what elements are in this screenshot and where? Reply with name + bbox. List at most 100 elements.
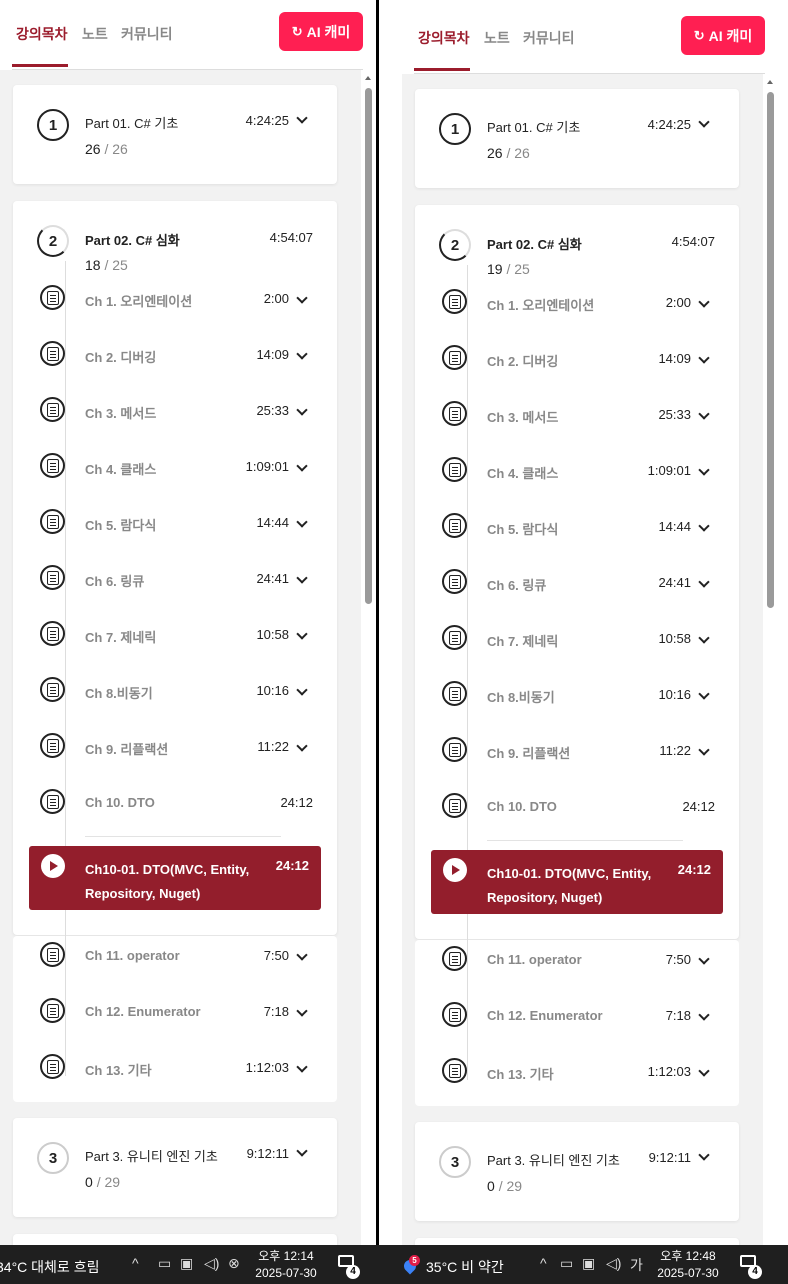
chapter-row[interactable]: Ch 11. operator 7:50 <box>415 938 739 994</box>
chapter-row[interactable]: Ch 6. 링큐 24:41 <box>415 561 739 617</box>
chevron-down-icon[interactable] <box>295 739 309 753</box>
network-icon[interactable]: ▣ <box>582 1255 595 1284</box>
play-icon[interactable] <box>443 858 467 882</box>
part-card-next[interactable] <box>13 1234 337 1245</box>
chapter-row[interactable]: Ch 1. 오리엔테이션 2:00 <box>13 277 337 333</box>
weather-widget[interactable]: 35°C 비 약간 <box>426 1257 504 1284</box>
ai-button[interactable]: ↻ AI 캐미 <box>279 12 363 51</box>
chevron-down-icon[interactable] <box>697 407 711 421</box>
chevron-down-icon[interactable] <box>295 627 309 641</box>
chevron-down-icon[interactable] <box>697 575 711 589</box>
part-card-next[interactable] <box>415 1238 739 1245</box>
tab-curriculum[interactable]: 강의목차 <box>16 24 68 44</box>
chapter-row[interactable]: Ch 1. 오리엔테이션 2:00 <box>415 281 739 337</box>
part-card[interactable]: 1 Part 01. C# 기초 4:24:25 26 / 26 <box>415 89 739 188</box>
chevron-down-icon[interactable] <box>697 952 711 966</box>
meet-icon[interactable]: ▭ <box>158 1255 171 1284</box>
chapter-row[interactable]: Ch 7. 제네릭 10:58 <box>415 617 739 673</box>
chapter-row[interactable]: Ch 12. Enumerator 7:18 <box>415 994 739 1050</box>
tab-curriculum[interactable]: 강의목차 <box>418 28 470 48</box>
chapter-row[interactable]: Ch 9. 리플랙션 11:22 <box>13 725 337 781</box>
chevron-down-icon[interactable] <box>295 683 309 697</box>
chapter-row[interactable]: Ch 5. 람다식 14:44 <box>13 501 337 557</box>
chevron-down-icon[interactable] <box>697 631 711 645</box>
chapter-row[interactable]: Ch 4. 클래스 1:09:01 <box>415 449 739 505</box>
weather-rain-icon[interactable]: 5 <box>401 1255 420 1275</box>
chapter-row[interactable]: Ch 13. 기타 1:12:03 <box>415 1050 739 1106</box>
play-icon[interactable] <box>41 854 65 878</box>
chevron-down-icon[interactable] <box>697 463 711 477</box>
curriculum-list[interactable]: 1 Part 01. C# 기초 4:24:25 26 / 26 2 Part … <box>0 70 361 1245</box>
chevron-down-icon[interactable] <box>697 1064 711 1078</box>
chapter-row[interactable]: Ch 3. 메서드 25:33 <box>415 393 739 449</box>
chapter-row[interactable]: Ch 9. 리플랙션 11:22 <box>415 729 739 785</box>
tray-overflow-icon[interactable]: ^ <box>132 1255 139 1284</box>
scrollbar[interactable] <box>765 76 775 1245</box>
chevron-down-icon[interactable] <box>295 347 309 361</box>
part-card[interactable]: 1 Part 01. C# 기초 4:24:25 26 / 26 <box>13 85 337 184</box>
chevron-down-icon[interactable] <box>295 571 309 585</box>
clock[interactable]: 오후 12:14 2025-07-30 <box>250 1248 322 1284</box>
active-lesson[interactable]: Ch10-01. DTO(MVC, Entity, Repository, Nu… <box>431 850 723 914</box>
chevron-down-icon[interactable] <box>697 295 711 309</box>
meet-icon[interactable]: ▭ <box>560 1255 573 1284</box>
active-lesson[interactable]: Ch10-01. DTO(MVC, Entity, Repository, Nu… <box>29 846 321 910</box>
notification-icon[interactable]: 4 <box>740 1255 762 1279</box>
chapter-row[interactable]: Ch 7. 제네릭 10:58 <box>13 613 337 669</box>
chapter-row[interactable]: Ch 11. operator 7:50 <box>13 934 337 990</box>
part-card[interactable]: 3 Part 3. 유니티 엔진 기초 9:12:11 0 / 29 <box>415 1122 739 1221</box>
scroll-thumb[interactable] <box>365 88 372 604</box>
chevron-down-icon[interactable] <box>697 743 711 757</box>
tray-overflow-icon[interactable]: ^ <box>540 1255 547 1284</box>
chapter-row[interactable]: Ch 5. 람다식 14:44 <box>415 505 739 561</box>
chapter-row[interactable]: Ch 12. Enumerator 7:18 <box>13 990 337 1046</box>
chevron-down-icon[interactable] <box>697 115 711 129</box>
ime-indicator[interactable]: 가 <box>630 1255 643 1284</box>
notification-icon[interactable]: 4 <box>338 1255 360 1279</box>
chevron-down-icon[interactable] <box>697 1148 711 1162</box>
chapter-row-expanded[interactable]: Ch 10. DTO 24:12 <box>13 781 337 837</box>
weather-widget[interactable]: 34°C 대체로 흐림 <box>0 1257 99 1284</box>
chapter-duration: 1:12:03 <box>647 1064 691 1079</box>
chevron-down-icon[interactable] <box>295 1060 309 1074</box>
chapter-row[interactable]: Ch 8.비동기 10:16 <box>415 673 739 729</box>
ai-button[interactable]: ↻ AI 캐미 <box>681 16 765 55</box>
chevron-down-icon[interactable] <box>697 519 711 533</box>
part-card[interactable]: 3 Part 3. 유니티 엔진 기초 9:12:11 0 / 29 <box>13 1118 337 1217</box>
curriculum-list[interactable]: 1 Part 01. C# 기초 4:24:25 26 / 26 2 Part … <box>402 74 763 1245</box>
chapter-duration: 14:44 <box>658 519 691 534</box>
chevron-down-icon[interactable] <box>697 351 711 365</box>
chevron-down-icon[interactable] <box>295 1144 309 1158</box>
volume-icon[interactable]: ◁) <box>204 1255 219 1284</box>
chapter-row[interactable]: Ch 8.비동기 10:16 <box>13 669 337 725</box>
chapter-row[interactable]: Ch 2. 디버깅 14:09 <box>13 333 337 389</box>
chevron-down-icon[interactable] <box>295 1004 309 1018</box>
chapter-row[interactable]: Ch 13. 기타 1:12:03 <box>13 1046 337 1102</box>
chevron-down-icon[interactable] <box>697 687 711 701</box>
close-circle-icon[interactable]: ⊗ <box>228 1255 240 1284</box>
scroll-up-arrow-icon[interactable] <box>767 80 773 84</box>
tab-community[interactable]: 커뮤니티 <box>121 24 173 44</box>
chevron-down-icon[interactable] <box>295 403 309 417</box>
clock[interactable]: 오후 12:48 2025-07-30 <box>652 1248 724 1284</box>
part-duration: 4:54:07 <box>269 230 313 245</box>
chapter-row[interactable]: Ch 2. 디버깅 14:09 <box>415 337 739 393</box>
chevron-down-icon[interactable] <box>697 1008 711 1022</box>
chevron-down-icon[interactable] <box>295 111 309 125</box>
tab-notes[interactable]: 노트 <box>484 28 510 48</box>
chapter-row-expanded[interactable]: Ch 10. DTO 24:12 <box>415 785 739 841</box>
tab-notes[interactable]: 노트 <box>82 24 108 44</box>
scroll-up-arrow-icon[interactable] <box>365 76 371 80</box>
volume-icon[interactable]: ◁) <box>606 1255 621 1284</box>
tab-community[interactable]: 커뮤니티 <box>523 28 575 48</box>
chapter-row[interactable]: Ch 3. 메서드 25:33 <box>13 389 337 445</box>
chevron-down-icon[interactable] <box>295 291 309 305</box>
scroll-thumb[interactable] <box>767 92 774 608</box>
chevron-down-icon[interactable] <box>295 515 309 529</box>
chapter-row[interactable]: Ch 4. 클래스 1:09:01 <box>13 445 337 501</box>
chevron-down-icon[interactable] <box>295 459 309 473</box>
scrollbar[interactable] <box>363 72 373 1245</box>
chapter-row[interactable]: Ch 6. 링큐 24:41 <box>13 557 337 613</box>
chevron-down-icon[interactable] <box>295 948 309 962</box>
network-icon[interactable]: ▣ <box>180 1255 193 1284</box>
